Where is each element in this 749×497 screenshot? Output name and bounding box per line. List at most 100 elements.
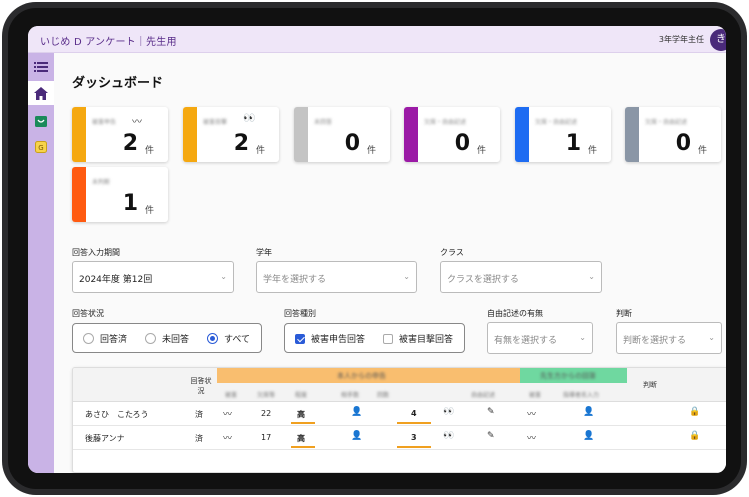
pencil-icon[interactable]: ✎ [487,407,495,417]
card-label: 欠席・自由記述 [645,119,688,126]
card-color-bar [72,167,86,222]
card-unit: 件 [697,146,707,156]
card-label: 欠席・自由記述 [424,119,467,126]
free-placeholder: 有無を選択する [494,336,558,346]
stat-card[interactable]: 欠席・自由記述 0 件 [625,107,721,162]
card-color-bar [515,107,529,162]
lock-icon: 🔒 [689,407,701,417]
table-row[interactable]: 後藤アンナ 済 〰 17 高 👤 3 👀 ✎ 〰 👤 🔒 [73,426,726,450]
menu-icon[interactable] [28,55,54,79]
user-edit-icon[interactable]: 👤 [351,407,362,417]
card-count: 1 [122,191,138,216]
user-edit-icon[interactable]: 👤 [351,431,362,441]
card-count: 2 [233,131,249,156]
level-underline [291,446,315,448]
ribbon-eye-icon: 〰 [223,434,233,444]
card-color-bar [404,107,418,162]
count-underline [397,422,431,424]
type-checkbox-group: 被害申告回答 被害目撃回答 [284,323,465,353]
ribbon-eye-icon: 〰 [223,410,233,420]
count-underline [397,446,431,448]
app-title: いじめ D アンケート｜先生用 [40,37,177,48]
lock-icon: 🔒 [689,431,701,441]
period-value: 2024年度 第12回 [79,275,153,285]
main-content: ダッシュボード 被害申告〰 2 件被害目撃 👀 2 件未回答 0 件欠席・自由記述 0 件欠席・自… [54,53,726,473]
grade-select[interactable]: 学年を選択する ⌄ [256,261,417,293]
checkbox-checked-icon [295,333,305,344]
card-unit: 件 [476,146,486,156]
card-color-bar [625,107,639,162]
user-edit-icon[interactable]: 👤 [583,431,594,441]
count: 4 [411,409,417,418]
card-count: 0 [675,131,691,156]
checkbox-icon [383,333,393,344]
class-select[interactable]: クラスを選択する ⌄ [440,261,602,293]
user-edit-icon[interactable]: 👤 [583,407,594,417]
judge-placeholder: 判断を選択する [623,336,687,346]
card-label: 被害目撃 [203,119,228,126]
status-option-answered[interactable]: 回答済 [83,332,127,345]
card-color-bar [294,107,308,162]
level: 高 [297,434,305,443]
card-color-bar [183,107,197,162]
stat-card[interactable]: 未判断 1 件 [72,167,168,222]
page-title: ダッシュボード [72,76,164,91]
sidebar: G [28,53,54,473]
ribbon-eye-icon: 〰 [132,117,142,128]
stat-card[interactable]: 未回答 0 件 [294,107,390,162]
card-unit: 件 [366,146,376,156]
radio-icon [145,333,156,344]
ribbon-eye-icon: 〰 [527,410,537,420]
judge-select[interactable]: 判断を選択する ⌄ [616,322,722,354]
user-role: 3年学年主任 [658,35,704,44]
screen: いじめ D アンケート｜先生用 3年学年主任 き G ダッシュボード 被害申告〰… [28,26,726,473]
status-option-unanswered[interactable]: 未回答 [145,332,189,345]
status-option-all[interactable]: すべて [207,332,250,345]
message-icon[interactable] [28,109,54,133]
count: 3 [411,433,417,442]
avatar[interactable]: き [710,29,726,51]
home-icon[interactable] [28,81,54,105]
stat-card[interactable]: 欠席・自由記述 0 件 [404,107,500,162]
free-label: 自由記述の有無 [487,309,543,318]
stat-card[interactable]: 欠席・自由記述 1 件 [515,107,611,162]
pencil-icon[interactable]: ✎ [487,431,495,441]
radio-selected-icon [207,333,218,344]
top-bar: いじめ D アンケート｜先生用 3年学年主任 き [28,26,726,53]
col-judge-header: 判断 [643,381,657,389]
card-label: 被害申告 [92,119,117,126]
status-label: 回答状況 [72,309,104,318]
type-option-victim[interactable]: 被害申告回答 [295,332,365,345]
stat-card[interactable]: 被害目撃 👀 2 件 [183,107,279,162]
table-header: 回答状況 本人からの申告 先生方からの回答 被害 欠席等 程度 相手数 回数 自… [73,368,726,402]
card-count: 0 [454,131,470,156]
student-name: 後藤アンナ [85,434,125,443]
type-label: 回答種別 [284,309,316,318]
type-option-witness[interactable]: 被害目撃回答 [383,332,453,345]
card-unit: 件 [144,146,154,156]
stat-card[interactable]: 被害申告 〰 2 件 [72,107,168,162]
col-status-header: 回答状況 [190,377,212,395]
grade-placeholder: 学年を選択する [263,275,327,285]
eyes-icon: 👀 [443,407,455,417]
chevron-down-icon: ⌄ [220,272,227,281]
table-row[interactable]: あさひ こたろう 済 〰 22 高 👤 4 👀 ✎ 〰 👤 🔒 [73,402,726,426]
card-color-bar [72,107,86,162]
radio-icon [83,333,94,344]
report-icon[interactable]: G [28,135,54,159]
class-label: クラス [440,248,464,257]
self-report-group: 本人からの申告 [217,368,520,383]
period-select[interactable]: 2024年度 第12回 ⌄ [72,261,234,293]
level: 高 [297,410,305,419]
absence-count: 22 [261,409,272,418]
card-label: 欠席・自由記述 [535,119,578,126]
free-select[interactable]: 有無を選択する ⌄ [487,322,593,354]
card-count: 1 [565,131,581,156]
card-unit: 件 [587,146,597,156]
chevron-down-icon: ⌄ [588,272,595,281]
card-label: 未判断 [92,179,111,186]
answer-status: 済 [195,434,203,443]
card-unit: 件 [255,146,265,156]
status-radio-group: 回答済 未回答 すべて [72,323,262,353]
grade-label: 学年 [256,248,272,257]
